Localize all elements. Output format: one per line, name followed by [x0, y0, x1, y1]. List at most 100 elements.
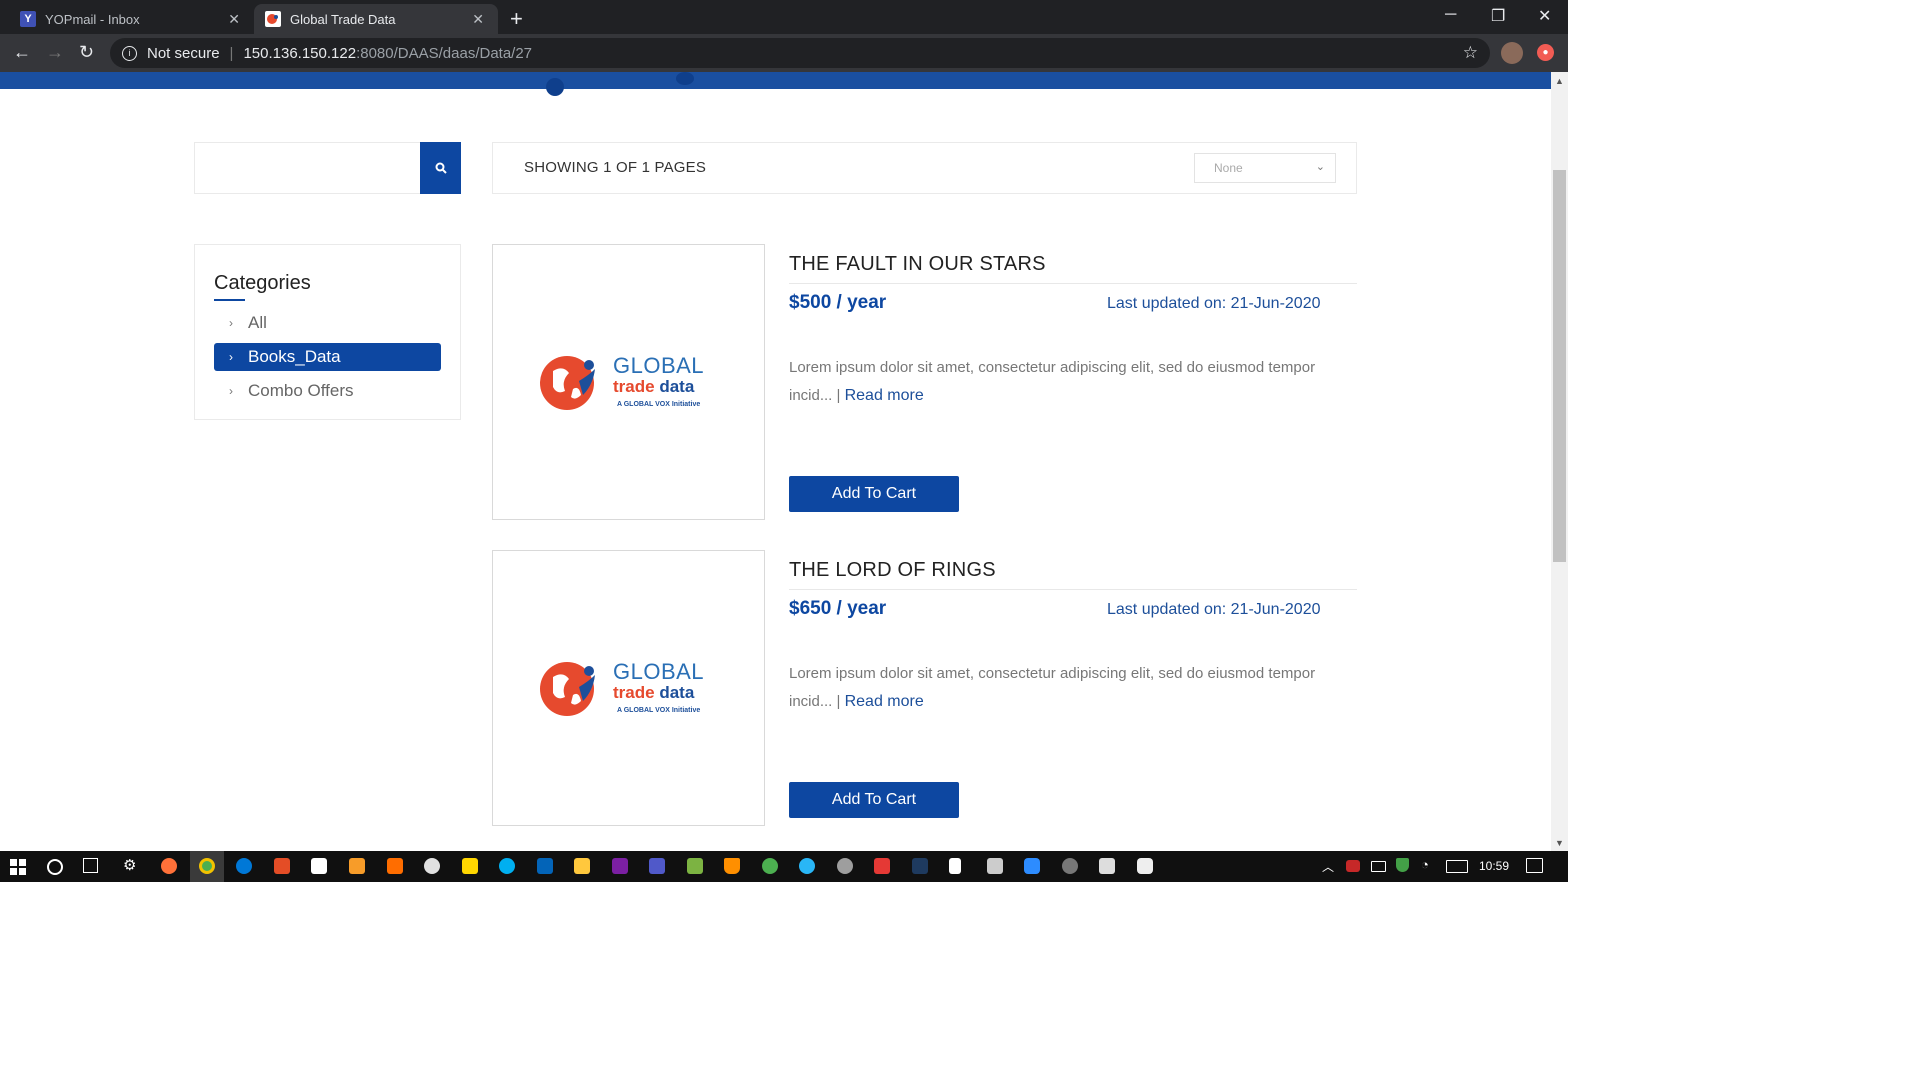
- back-icon[interactable]: ←: [13, 42, 31, 63]
- app-icon[interactable]: [311, 858, 327, 874]
- tray-app-icon[interactable]: [1346, 860, 1360, 872]
- category-item-all[interactable]: › All: [214, 309, 441, 337]
- windows-start-icon[interactable]: [10, 859, 26, 875]
- product-price: $500 / year: [789, 292, 887, 313]
- chrome-icon[interactable]: [199, 858, 215, 874]
- app-icon[interactable]: [1137, 858, 1153, 874]
- telegram-icon[interactable]: [799, 858, 815, 874]
- tab-global-trade-data[interactable]: Global Trade Data ✕: [254, 4, 498, 34]
- read-more-link[interactable]: Read more: [845, 693, 924, 710]
- globe-logo-icon: [540, 662, 595, 716]
- product-title[interactable]: THE LORD OF RINGS: [789, 559, 996, 582]
- hero-banner: [0, 72, 1551, 96]
- app-icon[interactable]: [987, 858, 1003, 874]
- close-window-icon[interactable]: ✕: [1538, 6, 1551, 26]
- product-title[interactable]: THE FAULT IN OUR STARS: [789, 253, 1046, 276]
- product-last-updated: Last updated on: 21-Jun-2020: [1107, 295, 1321, 312]
- app-icon[interactable]: [949, 858, 961, 874]
- security-shield-icon[interactable]: [1396, 858, 1409, 872]
- product-image[interactable]: GLOBAL trade data A GLOBAL VOX Initiativ…: [492, 244, 765, 520]
- close-tab-icon[interactable]: ✕: [228, 11, 240, 28]
- forward-icon[interactable]: →: [46, 42, 64, 63]
- profile-avatar[interactable]: [1501, 42, 1523, 64]
- sticky-notes-icon[interactable]: [462, 858, 478, 874]
- info-icon[interactable]: i: [122, 45, 137, 61]
- search-input[interactable]: [195, 143, 425, 195]
- sort-dropdown[interactable]: None ⌄: [1194, 153, 1336, 183]
- category-item-combo-offers[interactable]: › Combo Offers: [214, 377, 441, 405]
- app-icon[interactable]: [612, 858, 628, 874]
- search-icon: [435, 162, 447, 174]
- globe-logo-icon: [540, 356, 595, 410]
- category-label: Books_Data: [248, 347, 341, 366]
- app-icon[interactable]: [424, 858, 440, 874]
- tab-title: YOPmail - Inbox: [45, 11, 140, 27]
- scroll-down-icon[interactable]: ▼: [1555, 838, 1564, 848]
- taskbar-clock[interactable]: 10:59: [1479, 859, 1509, 873]
- banner-dot: [546, 78, 564, 96]
- outlook-icon[interactable]: [537, 858, 553, 874]
- scrollbar-thumb[interactable]: [1553, 170, 1566, 562]
- file-explorer-icon[interactable]: [574, 858, 590, 874]
- title-divider: [789, 283, 1357, 284]
- new-tab-icon[interactable]: +: [510, 6, 523, 32]
- app-icon[interactable]: [387, 858, 403, 874]
- firefox-icon[interactable]: [161, 858, 177, 874]
- close-tab-icon[interactable]: ✕: [472, 11, 484, 28]
- vlc-icon[interactable]: [724, 858, 740, 874]
- app-icon[interactable]: [837, 858, 853, 874]
- chevron-up-icon[interactable]: ︿: [1322, 858, 1338, 874]
- app-icon[interactable]: [912, 858, 928, 874]
- categories-panel: Categories › All › Books_Data › Combo Of…: [194, 244, 461, 420]
- settings-icon[interactable]: ⚙: [123, 856, 139, 874]
- wifi-icon[interactable]: ◔: [1421, 857, 1437, 873]
- logo-line-3: A GLOBAL VOX Initiative: [617, 401, 701, 408]
- category-item-books-data[interactable]: › Books_Data: [214, 343, 441, 371]
- add-to-cart-button[interactable]: Add To Cart: [789, 782, 959, 818]
- app-icon[interactable]: [1062, 858, 1078, 874]
- logo-line-1: GLOBAL: [613, 353, 705, 378]
- reload-icon[interactable]: ↻: [79, 42, 94, 63]
- add-to-cart-button[interactable]: Add To Cart: [789, 476, 959, 512]
- security-label: Not secure: [147, 44, 220, 62]
- minimize-icon[interactable]: ─: [1445, 6, 1456, 24]
- teams-icon[interactable]: [649, 858, 665, 874]
- zoom-icon[interactable]: [1024, 858, 1040, 874]
- battery-icon[interactable]: [1371, 861, 1386, 872]
- app-icon[interactable]: [762, 858, 778, 874]
- product-description: Lorem ipsum dolor sit amet, consectetur …: [789, 354, 1349, 410]
- product-image[interactable]: GLOBAL trade data A GLOBAL VOX Initiativ…: [492, 550, 765, 826]
- extension-icon[interactable]: ●: [1537, 44, 1554, 61]
- browser-tab-bar: Y YOPmail - Inbox ✕ Global Trade Data ✕ …: [0, 0, 1568, 34]
- global-trade-data-logo: GLOBAL trade data A GLOBAL VOX Initiativ…: [539, 657, 719, 721]
- tab-yopmail[interactable]: Y YOPmail - Inbox ✕: [0, 4, 254, 34]
- keyboard-icon[interactable]: [1446, 860, 1468, 873]
- url-host: 150.136.150.122: [243, 44, 357, 62]
- search-button[interactable]: [420, 142, 461, 194]
- logo-line-3: A GLOBAL VOX Initiative: [617, 707, 701, 714]
- restore-icon[interactable]: ❐: [1491, 6, 1505, 26]
- edge-icon[interactable]: [236, 858, 252, 874]
- read-more-link[interactable]: Read more: [845, 387, 924, 404]
- bookmark-star-icon[interactable]: ☆: [1463, 43, 1478, 63]
- skype-icon[interactable]: [499, 858, 515, 874]
- logo-line-1: GLOBAL: [613, 659, 705, 684]
- task-view-icon[interactable]: [83, 858, 98, 873]
- app-icon[interactable]: [687, 858, 703, 874]
- search-icon[interactable]: [47, 859, 63, 875]
- scroll-up-icon[interactable]: ▲: [1555, 76, 1564, 86]
- chevron-right-icon: ›: [229, 384, 233, 398]
- app-icon[interactable]: [274, 858, 290, 874]
- product-price: $650 / year: [789, 598, 887, 619]
- category-label: Combo Offers: [248, 381, 354, 400]
- address-bar[interactable]: i Not secure | 150.136.150.122:8080/DAAS…: [110, 38, 1490, 68]
- logo-line-2: trade data: [613, 377, 694, 397]
- notifications-icon[interactable]: [1526, 858, 1543, 873]
- anydesk-icon[interactable]: [874, 858, 890, 874]
- app-icon[interactable]: [1099, 858, 1115, 874]
- logo-line-2b: data: [659, 377, 695, 396]
- chevron-right-icon: ›: [229, 316, 233, 330]
- globe-favicon-icon: [265, 11, 281, 27]
- sublime-icon[interactable]: [349, 858, 365, 874]
- page-scrollbar[interactable]: ▲ ▼: [1551, 72, 1568, 851]
